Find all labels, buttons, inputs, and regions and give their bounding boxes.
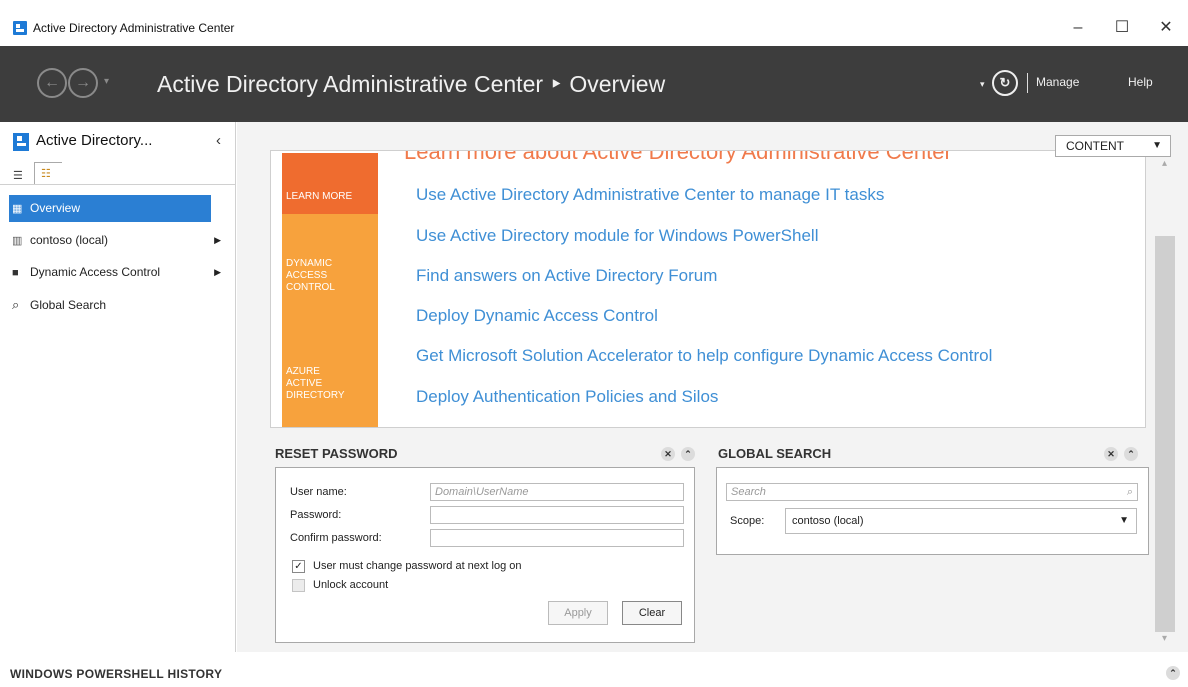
- collapse-tile-icon[interactable]: ⌃: [1124, 447, 1138, 461]
- list-view-icon[interactable]: ☰: [13, 169, 23, 182]
- confirm-password-field[interactable]: [430, 529, 684, 547]
- scope-value: contoso (local): [792, 515, 864, 527]
- collapse-tile-icon[interactable]: ⌃: [681, 447, 695, 461]
- breadcrumb: Active Directory Administrative Center ‣…: [157, 71, 666, 97]
- refresh-dropdown-icon[interactable]: ▾: [980, 79, 985, 90]
- back-arrow-icon[interactable]: ←: [37, 68, 67, 98]
- link-solution-accelerator[interactable]: Get Microsoft Solution Accelerator to he…: [416, 346, 992, 366]
- search-placeholder: Search: [731, 486, 766, 498]
- scope-label: Scope:: [730, 515, 765, 527]
- dropdown-caret-icon: ▼: [1119, 515, 1129, 526]
- manage-menu[interactable]: Manage: [1036, 75, 1079, 89]
- link-manage-it-tasks[interactable]: Use Active Directory Administrative Cent…: [416, 185, 884, 205]
- header-divider: [1027, 73, 1028, 93]
- forward-arrow-icon[interactable]: →: [68, 68, 98, 98]
- reset-password-title: RESET PASSWORD: [275, 446, 398, 461]
- link-deploy-dynamic-access-control[interactable]: Deploy Dynamic Access Control: [416, 306, 658, 326]
- search-icon[interactable]: ⌕: [1127, 484, 1133, 500]
- window-title: Active Directory Administrative Center: [33, 21, 235, 35]
- expand-arrow-icon[interactable]: ▶: [214, 259, 221, 286]
- content-dropdown[interactable]: CONTENT ▼: [1055, 135, 1171, 157]
- powershell-history-title[interactable]: WINDOWS POWERSHELL HISTORY: [10, 667, 222, 681]
- refresh-icon[interactable]: ↻: [992, 70, 1018, 96]
- username-label: User name:: [290, 486, 347, 498]
- apply-button[interactable]: Apply: [548, 601, 608, 625]
- app-header: ← → ▾ Active Directory Administrative Ce…: [0, 46, 1188, 122]
- global-search-title: GLOBAL SEARCH: [718, 446, 832, 461]
- link-authentication-policies[interactable]: Deploy Authentication Policies and Silos: [416, 387, 718, 407]
- sidebar-item-label: Global Search: [30, 298, 107, 312]
- learn-more-heading: Learn more about Active Directory Admini…: [404, 150, 952, 164]
- password-label: Password:: [290, 509, 342, 521]
- minimize-button[interactable]: –: [1058, 14, 1098, 42]
- pane-divider: [0, 184, 236, 185]
- category-learn-more[interactable]: LEARN MORE: [282, 153, 378, 214]
- unlock-account-label: Unlock account: [313, 579, 389, 591]
- history-dropdown-icon[interactable]: ▾: [104, 76, 109, 87]
- sidebar-item-contoso-local[interactable]: ▥ contoso (local) ▶: [9, 227, 221, 254]
- category-azure-active-directory[interactable]: AZURE ACTIVE DIRECTORY: [282, 320, 378, 427]
- scrollbar-thumb[interactable]: [1155, 236, 1175, 632]
- scroll-down-icon[interactable]: ▾: [1162, 633, 1167, 644]
- active-directory-icon: [13, 133, 29, 151]
- search-input[interactable]: Search ⌕: [726, 483, 1138, 501]
- sidebar-item-dynamic-access-control[interactable]: ■ Dynamic Access Control ▶: [9, 259, 221, 286]
- username-field[interactable]: Domain\UserName: [430, 483, 684, 501]
- confirm-password-label: Confirm password:: [290, 532, 382, 544]
- sidebar-item-label: Dynamic Access Control: [30, 265, 161, 279]
- unlock-account-checkbox[interactable]: [292, 579, 305, 592]
- sidebar-item-label: Overview: [30, 201, 81, 215]
- scroll-up-icon[interactable]: ▴: [1162, 158, 1167, 169]
- reset-password-form: User name: Domain\UserName Password: Con…: [275, 467, 695, 643]
- learn-more-panel: Learn more about Active Directory Admini…: [270, 150, 1146, 428]
- powershell-history-bar: WINDOWS POWERSHELL HISTORY ⌃: [0, 652, 1188, 687]
- sidebar-item-overview[interactable]: ▦ Overview: [9, 195, 211, 222]
- link-active-directory-forum[interactable]: Find answers on Active Directory Forum: [416, 266, 717, 286]
- sidebar-item-global-search[interactable]: ⌕ Global Search: [9, 291, 211, 318]
- help-menu[interactable]: Help: [1128, 75, 1153, 89]
- clear-button[interactable]: Clear: [622, 601, 682, 625]
- sidebar-item-label: contoso (local): [30, 233, 109, 247]
- link-powershell-module[interactable]: Use Active Directory module for Windows …: [416, 226, 818, 246]
- close-tile-icon[interactable]: ✕: [1104, 447, 1118, 461]
- overview-icon: ▦: [12, 203, 23, 215]
- expand-arrow-icon[interactable]: ▶: [214, 227, 221, 254]
- search-icon: ⌕: [12, 297, 20, 312]
- password-field[interactable]: [430, 506, 684, 524]
- folder-icon: ■: [12, 267, 19, 279]
- must-change-label: User must change password at next log on: [313, 560, 522, 572]
- must-change-checkbox[interactable]: ✓: [292, 560, 305, 573]
- scope-select[interactable]: contoso (local) ▼: [785, 508, 1137, 534]
- dropdown-caret-icon: ▼: [1152, 140, 1162, 151]
- close-tile-icon[interactable]: ✕: [661, 447, 675, 461]
- content-dropdown-label: CONTENT: [1066, 139, 1124, 153]
- window-title-bar: Active Directory Administrative Center –…: [0, 10, 1188, 46]
- close-button[interactable]: ✕: [1146, 14, 1186, 42]
- active-directory-app-icon: [13, 21, 27, 35]
- navigation-pane-title: Active Directory...: [36, 132, 153, 149]
- collapse-pane-icon[interactable]: ‹: [216, 132, 221, 149]
- expand-history-icon[interactable]: ⌃: [1166, 666, 1180, 680]
- category-dynamic-access-control[interactable]: DYNAMIC ACCESS CONTROL: [282, 214, 378, 320]
- maximize-button[interactable]: ☐: [1102, 14, 1142, 42]
- tree-view-icon[interactable]: ☷: [34, 162, 62, 184]
- navigation-pane: Active Directory... ‹ ☰ ☷ ▦ Overview ▥ con…: [0, 122, 236, 652]
- domain-icon: ▥: [12, 235, 23, 247]
- global-search-form: Search ⌕ Scope: contoso (local) ▼: [716, 467, 1149, 555]
